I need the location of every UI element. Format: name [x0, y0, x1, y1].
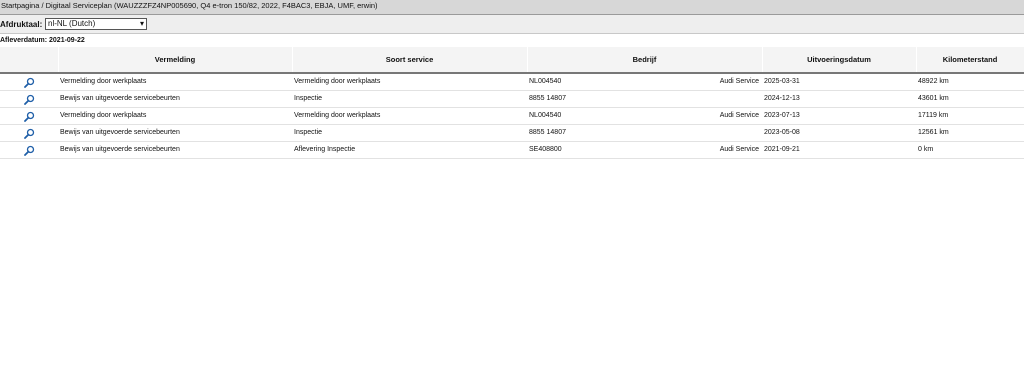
chevron-down-icon: ▾	[139, 19, 144, 28]
row-execution-date: 2025-03-31	[762, 73, 916, 91]
breadcrumb: Startpagina / Digitaal Serviceplan (WAUZ…	[0, 0, 1024, 15]
row-icon-cell	[0, 141, 58, 159]
table-row: Vermelding door werkplaats Vermelding doo…	[0, 107, 1024, 125]
magnifier-icon[interactable]	[23, 94, 35, 107]
table-header-row: Vermelding Soort service Bedrijf Uitvoer…	[0, 47, 1024, 74]
table-row: Bewijs van uitgevoerde servicebeurten Afl…	[0, 141, 1024, 159]
table-row: Bewijs van uitgevoerde servicebeurten Ins…	[0, 90, 1024, 108]
table-row: Bewijs van uitgevoerde servicebeurten Ins…	[0, 124, 1024, 142]
language-toolbar: Afdruktaal: nl-NL (Dutch) ▾	[0, 15, 1024, 34]
row-company: 8855 14807	[527, 90, 762, 108]
row-mileage: 0 km	[916, 141, 1024, 159]
row-execution-date: 2024-12-13	[762, 90, 916, 108]
header-execution-date[interactable]: Uitvoeringsdatum	[762, 47, 917, 74]
magnifier-icon[interactable]	[23, 77, 35, 90]
row-entry: Bewijs van uitgevoerde servicebeurten	[58, 90, 292, 108]
row-entry: Bewijs van uitgevoerde servicebeurten	[58, 141, 292, 159]
row-service-type: Inspectie	[292, 90, 527, 108]
row-service-type: Vermelding door werkplaats	[292, 107, 527, 125]
row-entry: Vermelding door werkplaats	[58, 73, 292, 91]
row-service-type: Vermelding door werkplaats	[292, 73, 527, 91]
row-company-code: 8855 14807	[529, 95, 566, 102]
row-company-name: Audi Service	[719, 112, 759, 119]
row-company: NL004540 Audi Service	[527, 107, 762, 125]
row-company-code: 8855 14807	[529, 129, 566, 136]
table-row: Vermelding door werkplaats Vermelding doo…	[0, 73, 1024, 91]
row-company-name: Audi Service	[719, 78, 759, 85]
row-company: SE408800 Audi Service	[527, 141, 762, 159]
header-company[interactable]: Bedrijf	[527, 47, 763, 74]
row-mileage: 48922 km	[916, 73, 1024, 91]
row-entry: Vermelding door werkplaats	[58, 107, 292, 125]
magnifier-icon[interactable]	[23, 111, 35, 124]
row-service-type: Aflevering Inspectie	[292, 141, 527, 159]
row-entry: Bewijs van uitgevoerde servicebeurten	[58, 124, 292, 142]
row-icon-cell	[0, 90, 58, 108]
row-execution-date: 2021-09-21	[762, 141, 916, 159]
header-entry[interactable]: Vermelding	[58, 47, 293, 74]
header-icon-column	[0, 47, 59, 74]
magnifier-icon[interactable]	[23, 128, 35, 141]
row-icon-cell	[0, 124, 58, 142]
header-service-type[interactable]: Soort service	[292, 47, 528, 74]
row-company-name: Audi Service	[719, 146, 759, 153]
row-company-code: NL004540	[529, 78, 562, 85]
row-company-code: NL004540	[529, 112, 562, 119]
row-mileage: 43601 km	[916, 90, 1024, 108]
print-language-select[interactable]: nl-NL (Dutch) ▾	[45, 18, 147, 30]
header-mileage[interactable]: Kilometerstand	[916, 47, 1024, 74]
row-service-type: Inspectie	[292, 124, 527, 142]
row-company: NL004540 Audi Service	[527, 73, 762, 91]
print-language-value: nl-NL (Dutch)	[48, 19, 96, 28]
row-icon-cell	[0, 107, 58, 125]
print-language-label: Afdruktaal:	[0, 20, 43, 29]
row-icon-cell	[0, 73, 58, 91]
row-company-code: SE408800	[529, 146, 562, 153]
magnifier-icon[interactable]	[23, 145, 35, 158]
row-execution-date: 2023-05-08	[762, 124, 916, 142]
service-table: Vermelding Soort service Bedrijf Uitvoer…	[0, 47, 1024, 159]
row-mileage: 12561 km	[916, 124, 1024, 142]
row-execution-date: 2023-07-13	[762, 107, 916, 125]
row-company: 8855 14807	[527, 124, 762, 142]
delivery-date: Afleverdatum: 2021-09-22	[0, 37, 85, 44]
row-mileage: 17119 km	[916, 107, 1024, 125]
